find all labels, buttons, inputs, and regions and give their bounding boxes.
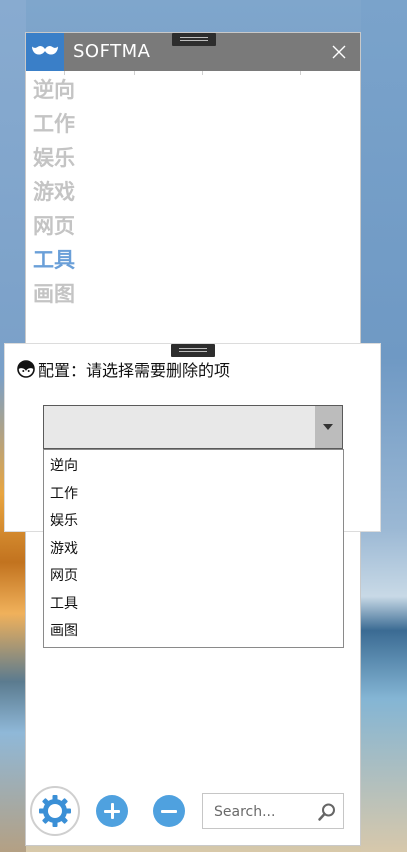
dropdown-option[interactable]: 游戏: [44, 536, 343, 564]
add-button[interactable]: [96, 795, 128, 827]
remove-button[interactable]: [153, 795, 185, 827]
delete-item-combobox[interactable]: [43, 405, 343, 449]
category-item[interactable]: 逆向: [33, 73, 75, 107]
category-item[interactable]: 画图: [33, 277, 75, 311]
close-icon: [332, 45, 346, 59]
dialog-title: 配置：请选择需要删除的项: [17, 357, 230, 381]
title-divider: [26, 71, 360, 75]
category-item[interactable]: 游戏: [33, 175, 75, 209]
search-input[interactable]: [212, 801, 316, 823]
dropdown-option[interactable]: 工作: [44, 481, 343, 509]
dialog-title-text: 配置：请选择需要删除的项: [38, 361, 231, 380]
category-item-selected[interactable]: 工具: [33, 243, 75, 277]
app-title: SOFTMA: [73, 41, 151, 62]
title-bar[interactable]: SOFTMA: [26, 33, 360, 71]
bottom-toolbar: [26, 783, 360, 845]
category-item[interactable]: 娱乐: [33, 141, 75, 175]
face-icon: [17, 360, 35, 378]
dropdown-option[interactable]: 网页: [44, 563, 343, 591]
close-button[interactable]: [328, 41, 350, 63]
mustache-icon: [32, 45, 58, 55]
search-field[interactable]: [202, 793, 344, 829]
category-item[interactable]: 网页: [33, 209, 75, 243]
chevron-down-icon[interactable]: [315, 406, 342, 448]
combobox-dropdown-list: 逆向 工作 娱乐 游戏 网页 工具 画图: [43, 449, 344, 648]
category-list: 逆向 工作 娱乐 游戏 网页 工具 画图: [33, 73, 75, 311]
dialog-drag-handle[interactable]: [171, 344, 215, 357]
settings-button[interactable]: [30, 786, 80, 836]
dropdown-option[interactable]: 画图: [44, 618, 343, 646]
dropdown-option[interactable]: 逆向: [44, 453, 343, 481]
category-item[interactable]: 工作: [33, 107, 75, 141]
search-icon[interactable]: [317, 802, 337, 822]
dropdown-option[interactable]: 娱乐: [44, 508, 343, 536]
drag-handle[interactable]: [172, 33, 216, 46]
gear-icon: [39, 795, 71, 827]
app-logo: [26, 33, 64, 71]
dropdown-option[interactable]: 工具: [44, 591, 343, 619]
